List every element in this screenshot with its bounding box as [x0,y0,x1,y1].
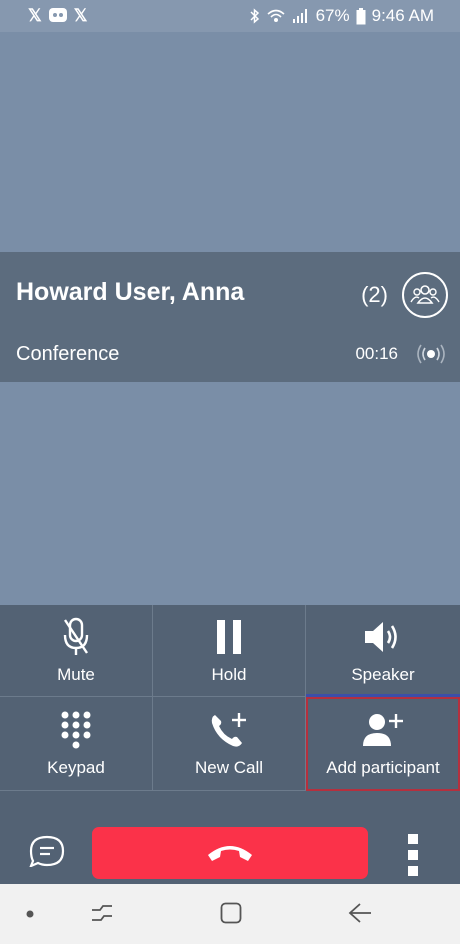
battery-percent: 67% [315,6,350,25]
participant-count: (2) [361,282,388,307]
new-call-button[interactable]: New Call [153,697,306,791]
speaker-label: Speaker [351,664,415,684]
video-area-top [0,32,460,252]
call-controls: Mute Hold Speaker Keypad New Call Add pa… [0,605,460,791]
hang-up-icon [208,846,252,861]
pause-icon [217,619,241,654]
selection-indicator [306,694,460,697]
app-notification-icon [48,8,67,22]
signal-icon [292,9,307,23]
system-nav-bar [0,884,460,944]
call-info-panel: Howard User, Anna (2) Conference 00:16 [0,252,460,382]
call-action-bar [0,791,460,884]
phone-add-icon [211,712,246,747]
add-person-icon [363,713,403,746]
hold-button[interactable]: Hold [153,605,306,697]
bluetooth-icon [250,8,259,24]
hold-label: Hold [211,664,247,684]
microphone-muted-icon [63,617,89,655]
dot-indicator-icon [26,910,34,918]
battery-icon [356,7,366,24]
keypad-label: Keypad [47,757,105,777]
call-timer: 00:16 [355,344,398,363]
more-dot [408,850,418,860]
home-icon[interactable] [220,902,242,924]
call-quality-icon [417,344,445,364]
system-status: 67% 9:46 AM [250,6,434,26]
call-type: Conference [16,343,120,365]
status-bar: 𝕏 𝕏 67% 9:46 AM [0,0,460,32]
chat-icon[interactable] [28,835,66,867]
more-options-button[interactable] [408,834,418,876]
end-call-button[interactable] [92,827,368,879]
mute-button[interactable]: Mute [0,605,153,697]
video-area-middle [0,382,460,606]
add-participant-label: Add participant [326,757,440,777]
more-dot [408,866,418,876]
keypad-icon [61,711,91,748]
mute-label: Mute [57,664,95,684]
keypad-button[interactable]: Keypad [0,697,153,791]
more-dot [408,834,418,844]
recent-apps-icon[interactable] [90,902,114,924]
speaker-icon [365,621,397,652]
conference-participants-icon[interactable] [402,272,448,318]
x-notification-icon: 𝕏 [73,6,88,25]
x-notification-icon: 𝕏 [28,6,42,25]
back-icon[interactable] [348,902,372,924]
wifi-calling-icon [267,9,285,22]
notification-icons: 𝕏 𝕏 [28,6,87,26]
caller-name: Howard User, Anna [16,278,245,306]
add-participant-button[interactable]: Add participant [306,694,460,791]
speaker-button[interactable]: Speaker [306,605,460,697]
clock: 9:46 AM [371,6,434,25]
new-call-label: New Call [194,757,264,777]
